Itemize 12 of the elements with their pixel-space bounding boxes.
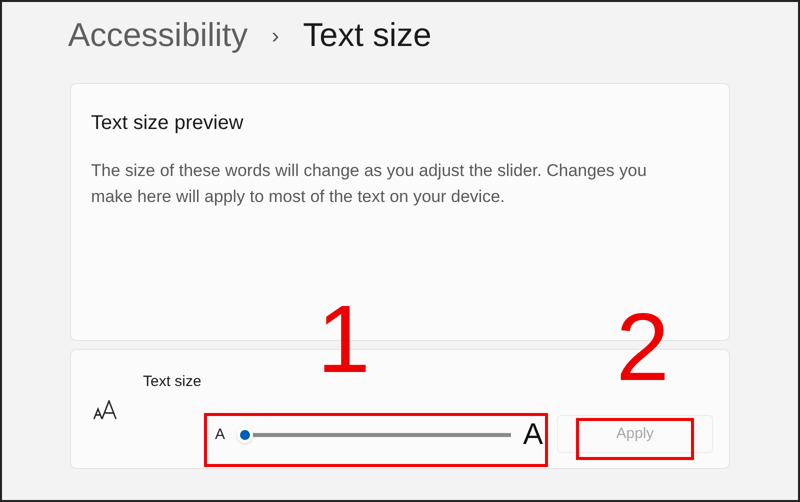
breadcrumb-link[interactable]: Accessibility (68, 10, 248, 60)
annotation-number: 2 (616, 300, 670, 396)
page-title: Text size (303, 15, 432, 56)
large-a-label: A (522, 420, 543, 450)
small-a-label: A (215, 424, 226, 445)
text-size-icon (93, 400, 119, 420)
preview-title: Text size preview (91, 111, 244, 136)
annotation-number: 1 (317, 292, 370, 388)
preview-text: The size of these words will change as you adjust the slider. Changes you make here will apply to most of the text on your device. (91, 160, 648, 208)
setting-label: Text size (143, 372, 202, 392)
slider-thumb[interactable] (237, 427, 254, 443)
breadcrumb-separator: › (272, 22, 280, 50)
